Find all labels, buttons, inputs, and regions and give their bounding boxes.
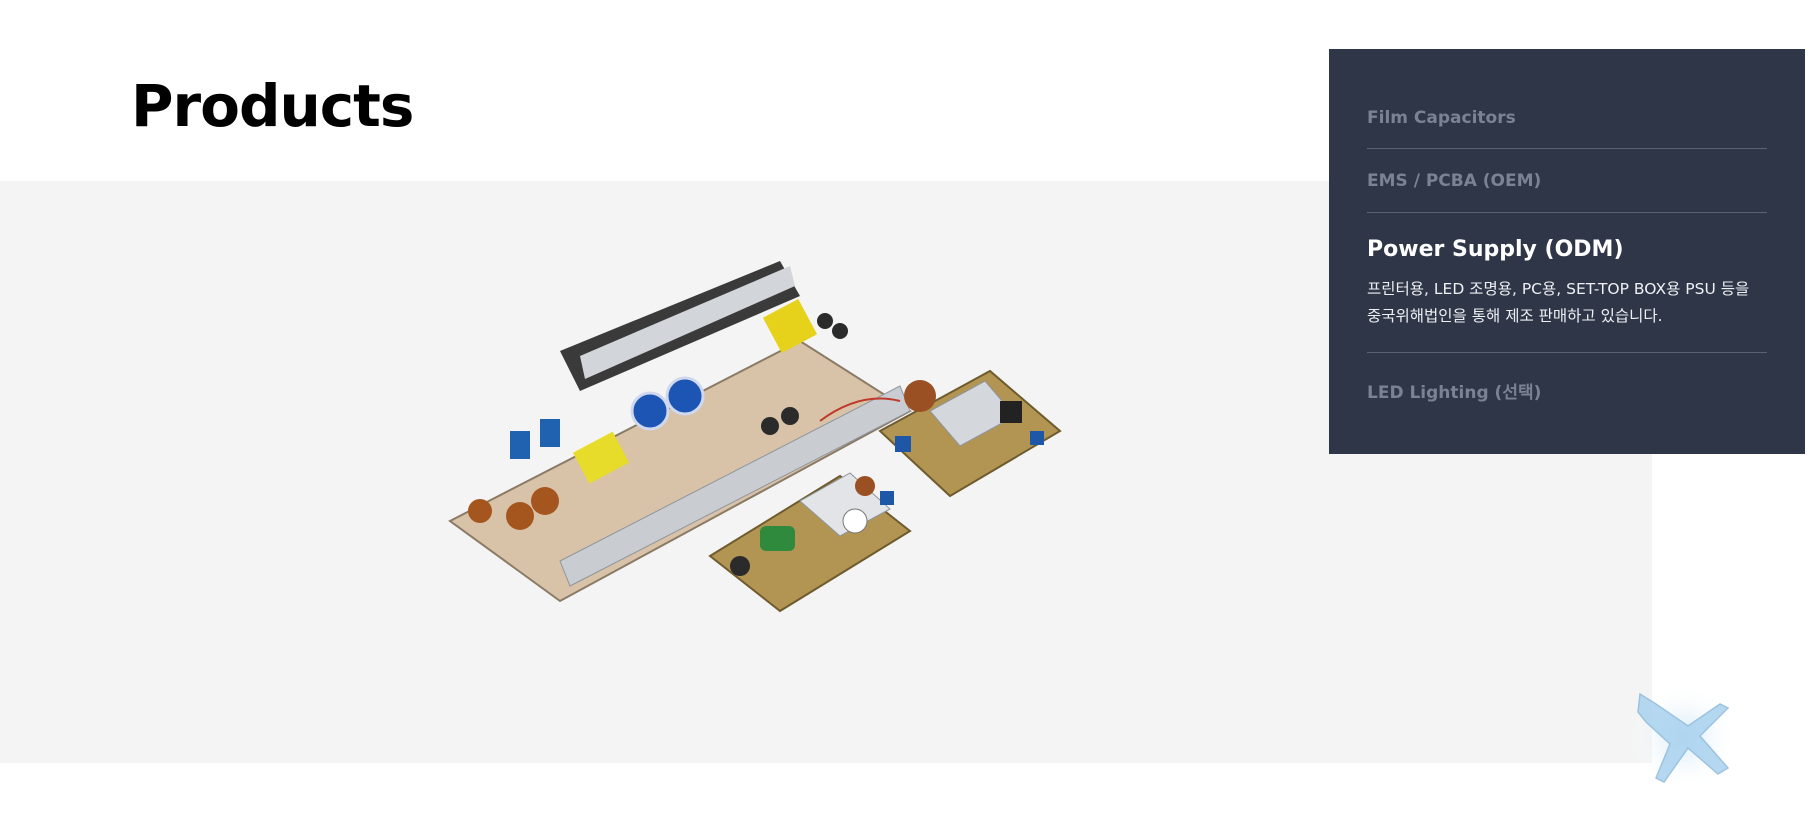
menu-label-ems-pcba[interactable]: EMS / PCBA (OEM) <box>1367 171 1541 191</box>
page: Products Film Capacitors EMS / PCBA (OEM… <box>0 0 1819 814</box>
menu-label-power-supply[interactable]: Power Supply (ODM) <box>1367 237 1767 262</box>
page-title: Products <box>131 72 414 140</box>
menu-label-led-lighting[interactable]: LED Lighting (선택) <box>1367 378 1541 403</box>
product-category-panel: Film Capacitors EMS / PCBA (OEM) Power S… <box>1329 49 1805 454</box>
menu-item-led-lighting[interactable]: LED Lighting (선택) <box>1367 353 1767 428</box>
menu-item-film-capacitors[interactable]: Film Capacitors <box>1367 49 1767 149</box>
menu-item-power-supply[interactable]: Power Supply (ODM) 프린터용, LED 조명용, PC용, S… <box>1367 213 1767 353</box>
menu-item-ems-pcba[interactable]: EMS / PCBA (OEM) <box>1367 149 1767 213</box>
menu-description-power-supply: 프린터용, LED 조명용, PC용, SET-TOP BOX용 PSU 등을 … <box>1367 280 1750 325</box>
menu-label-film-capacitors[interactable]: Film Capacitors <box>1367 108 1516 128</box>
airplane-icon <box>1628 682 1738 792</box>
product-image <box>448 261 1062 613</box>
scroll-top-button[interactable] <box>1628 682 1748 802</box>
right-pcb-board <box>878 369 1062 498</box>
